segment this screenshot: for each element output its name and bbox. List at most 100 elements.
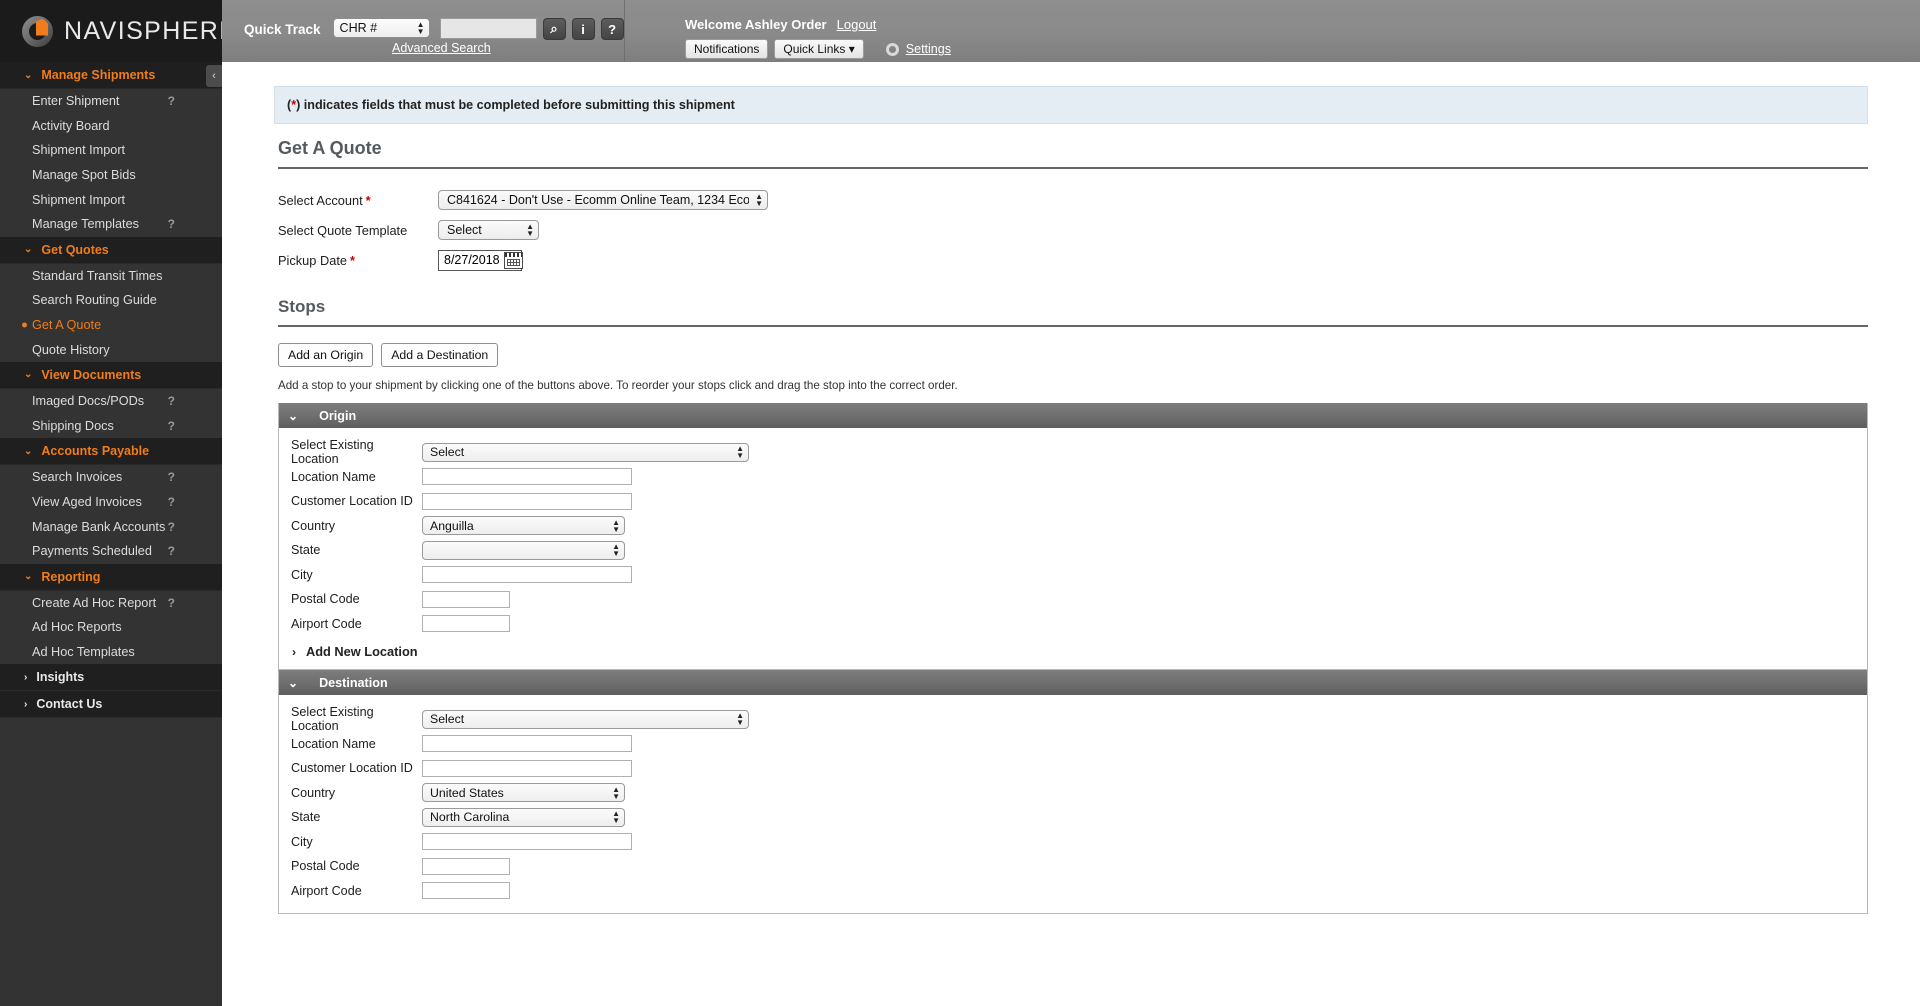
sidebar-item-get-a-quote[interactable]: Get A Quote: [0, 313, 222, 338]
sidebar-item-label: Quote History: [32, 342, 110, 357]
sidebar-item-manage-templates[interactable]: Manage Templates?: [0, 212, 222, 237]
sidebar-item-activity-board[interactable]: Activity Board: [0, 114, 222, 139]
stops-hint-text: Add a stop to your shipment by clicking …: [278, 379, 958, 392]
help-icon[interactable]: ?: [168, 217, 175, 231]
field-row-country: Country United States ▲ ▼: [279, 781, 1867, 806]
pickup-date-label: Pickup Date *: [278, 252, 355, 268]
pickup-date-value: 8/27/2018: [444, 253, 500, 267]
sidebar-group-reporting[interactable]: ⌄ Reporting: [0, 563, 222, 591]
sidebar-item-standard-transit-times[interactable]: Standard Transit Times: [0, 264, 222, 289]
sidebar-item-label: Standard Transit Times: [32, 268, 163, 283]
settings-link[interactable]: Settings: [906, 42, 951, 56]
sidebar-item-shipment-import[interactable]: Shipment Import: [0, 187, 222, 212]
sidebar-item-shipment-import[interactable]: Shipment Import: [0, 138, 222, 163]
city-input[interactable]: [422, 833, 632, 851]
location-name-input[interactable]: [422, 735, 632, 753]
sidebar-group-accounts-payable[interactable]: ⌄ Accounts Payable: [0, 438, 222, 466]
country-dropdown[interactable]: Anguilla: [422, 516, 625, 536]
quick-links-button[interactable]: Quick Links ▾: [774, 39, 864, 59]
sidebar-item-payments-scheduled[interactable]: Payments Scheduled?: [0, 539, 222, 564]
select-quote-template-dropdown[interactable]: Select: [438, 220, 539, 240]
pickup-date-row: Pickup Date * 8/27/2018: [278, 245, 1868, 275]
sidebar-group-insights[interactable]: › Insights: [0, 664, 222, 692]
sidebar-item-imaged-docs-pods[interactable]: Imaged Docs/PODs?: [0, 389, 222, 414]
pickup-date-field[interactable]: 8/27/2018: [438, 249, 523, 271]
sidebar-group-contact-us[interactable]: › Contact Us: [0, 691, 222, 719]
calendar-icon[interactable]: [503, 251, 523, 269]
field-row-select-existing-location: Select Existing Location Select ▲ ▼: [279, 705, 1867, 733]
panel-origin: ⌄ Origin Select Existing Location Select ▲ ▼ L…: [278, 403, 1868, 670]
chevron-down-icon: ⌄: [24, 69, 33, 81]
customer-location-id-input[interactable]: [422, 492, 632, 510]
select-account-dropdown[interactable]: C841624 - Don't Use - Ecomm Online Team,…: [438, 190, 768, 210]
chevron-right-icon: ›: [292, 644, 296, 659]
stops-divider: [278, 325, 1868, 327]
location-name-input[interactable]: [422, 468, 632, 486]
required-asterisk: *: [350, 252, 355, 268]
help-icon[interactable]: ?: [600, 18, 624, 40]
help-icon[interactable]: ?: [168, 520, 175, 534]
sidebar-item-search-routing-guide[interactable]: Search Routing Guide: [0, 288, 222, 313]
state-dropdown[interactable]: [422, 540, 625, 560]
sidebar-item-manage-bank-accounts[interactable]: Manage Bank Accounts?: [0, 514, 222, 539]
airport-code-input[interactable]: [422, 882, 510, 900]
notifications-button[interactable]: Notifications: [685, 39, 769, 59]
sidebar-collapse-toggle[interactable]: ‹: [206, 65, 222, 87]
select-existing-location-dropdown[interactable]: Select: [422, 442, 749, 462]
logout-link[interactable]: Logout: [837, 17, 877, 32]
sidebar-group-view-documents[interactable]: ⌄ View Documents: [0, 361, 222, 389]
help-icon[interactable]: ?: [168, 394, 175, 408]
quick-track-input[interactable]: [439, 18, 537, 39]
gear-icon[interactable]: [885, 42, 899, 56]
advanced-search-link[interactable]: Advanced Search: [392, 41, 491, 55]
add-a-destination-button[interactable]: Add a Destination: [381, 343, 499, 367]
info-icon[interactable]: i: [571, 18, 595, 40]
help-icon[interactable]: ?: [168, 495, 175, 509]
sidebar-item-view-aged-invoices[interactable]: View Aged Invoices?: [0, 490, 222, 515]
sidebar-group-manage-shipments[interactable]: ⌄ Manage Shipments: [0, 62, 222, 89]
state-dropdown[interactable]: North Carolina: [422, 807, 625, 827]
sidebar-item-search-invoices[interactable]: Search Invoices?: [0, 465, 222, 490]
sidebar-item-label: Shipping Docs: [32, 418, 114, 433]
sidebar-group-label: Insights: [36, 670, 85, 685]
user-area: Welcome Ashley Order Logout Notifications…: [625, 0, 1920, 59]
sidebar-item-enter-shipment[interactable]: Enter Shipment?: [0, 89, 222, 114]
field-label: Country: [291, 785, 336, 800]
help-icon[interactable]: ?: [168, 470, 175, 484]
sidebar-navigation: ‹ ⌄ Manage Shipments Enter Shipment? Activi…: [0, 62, 222, 1006]
field-label: Customer Location ID: [291, 494, 413, 509]
help-icon[interactable]: ?: [168, 596, 175, 610]
country-dropdown[interactable]: United States: [422, 783, 625, 803]
add-new-location-toggle[interactable]: › Add New Location: [279, 644, 1867, 659]
airport-code-input[interactable]: [422, 615, 510, 633]
field-label: Postal Code: [291, 859, 360, 874]
select-quote-template-label: Select Quote Template: [278, 222, 408, 238]
field-label: Airport Code: [291, 883, 362, 898]
sidebar-group-get-quotes[interactable]: ⌄ Get Quotes: [0, 236, 222, 264]
postal-code-input[interactable]: [422, 590, 510, 608]
sidebar-item-ad-hoc-reports[interactable]: Ad Hoc Reports: [0, 615, 222, 640]
sidebar-item-manage-spot-bids[interactable]: Manage Spot Bids: [0, 163, 222, 188]
panel-header-destination[interactable]: ⌄ Destination: [279, 670, 1867, 695]
sidebar-item-ad-hoc-templates[interactable]: Ad Hoc Templates: [0, 640, 222, 665]
sidebar-item-quote-history[interactable]: Quote History: [0, 337, 222, 362]
help-icon[interactable]: ?: [168, 94, 175, 108]
city-input[interactable]: [422, 566, 632, 584]
select-existing-location-dropdown[interactable]: Select: [422, 709, 749, 729]
sidebar-item-label: Imaged Docs/PODs: [32, 394, 145, 409]
welcome-message: Welcome Ashley Order Logout: [685, 17, 1920, 32]
search-icon[interactable]: ⌕: [542, 18, 566, 40]
sidebar-item-label: Activity Board: [32, 118, 110, 133]
panel-header-origin[interactable]: ⌄ Origin: [279, 403, 1867, 428]
field-row-state: State ▲ ▼: [279, 538, 1867, 563]
help-icon[interactable]: ?: [168, 544, 175, 558]
quick-track-type-select[interactable]: CHR #: [332, 18, 430, 38]
sidebar-item-create-ad-hoc-report[interactable]: Create Ad Hoc Report?: [0, 591, 222, 616]
field-row-state: State North Carolina ▲ ▼: [279, 805, 1867, 830]
add-an-origin-button[interactable]: Add an Origin: [278, 343, 374, 367]
help-icon[interactable]: ?: [168, 419, 175, 433]
customer-location-id-input[interactable]: [422, 759, 632, 777]
brand-logo[interactable]: NAVISPHERE®: [0, 0, 245, 62]
postal-code-input[interactable]: [422, 857, 510, 875]
sidebar-item-shipping-docs[interactable]: Shipping Docs?: [0, 414, 222, 439]
